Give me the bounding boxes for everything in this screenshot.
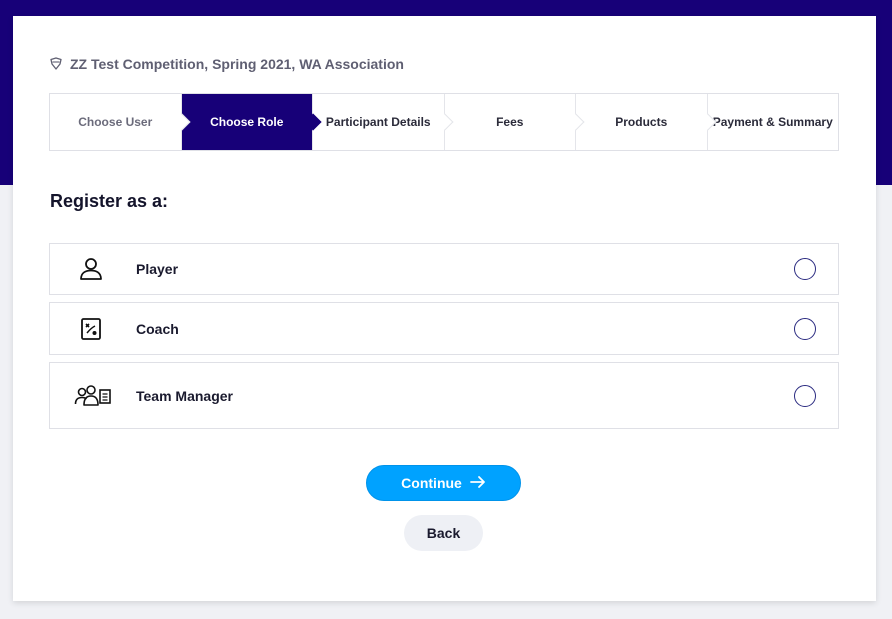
role-option-player[interactable]: Player — [49, 243, 839, 295]
step-participant-details[interactable]: Participant Details — [313, 94, 453, 150]
step-label: Products — [615, 115, 668, 129]
role-radio-coach[interactable] — [794, 317, 816, 340]
competition-title: ZZ Test Competition, Spring 2021, WA Ass… — [49, 54, 404, 74]
back-label: Back — [426, 525, 461, 541]
registration-stepper: Choose User Choose Role Participant Deta… — [49, 93, 839, 151]
step-choose-user[interactable]: Choose User — [50, 94, 190, 150]
step-payment-summary[interactable]: Payment & Summary — [707, 94, 838, 150]
continue-label: Continue — [401, 475, 462, 491]
role-label-coach: Coach — [136, 320, 179, 337]
role-radio-team-manager[interactable] — [794, 384, 816, 407]
step-label: Choose User — [78, 115, 153, 129]
clipboard-tactics-icon — [74, 316, 108, 342]
role-radio-player[interactable] — [794, 258, 816, 280]
step-label: Participant Details — [325, 115, 431, 129]
shield-icon — [49, 57, 63, 71]
role-label-team-manager: Team Manager — [136, 387, 233, 404]
step-label: Fees — [496, 115, 524, 129]
register-heading: Register as a: — [50, 191, 169, 211]
continue-button[interactable]: Continue — [366, 465, 521, 501]
step-choose-role[interactable]: Choose Role — [181, 94, 322, 150]
arrow-right-icon — [469, 475, 486, 492]
role-label-player: Player — [136, 261, 179, 277]
role-option-coach[interactable]: Coach — [49, 302, 839, 355]
person-icon — [74, 256, 108, 282]
step-label: Payment & Summary — [712, 115, 833, 129]
step-label: Choose Role — [210, 115, 284, 129]
back-button[interactable]: Back — [404, 515, 483, 551]
registration-card: ZZ Test Competition, Spring 2021, WA Ass… — [13, 16, 876, 601]
team-manager-icon — [74, 383, 112, 409]
step-fees[interactable]: Fees — [444, 94, 585, 150]
competition-title-text: ZZ Test Competition, Spring 2021, WA Ass… — [70, 56, 404, 72]
step-products[interactable]: Products — [576, 94, 716, 150]
role-option-team-manager[interactable]: Team Manager — [49, 362, 839, 429]
